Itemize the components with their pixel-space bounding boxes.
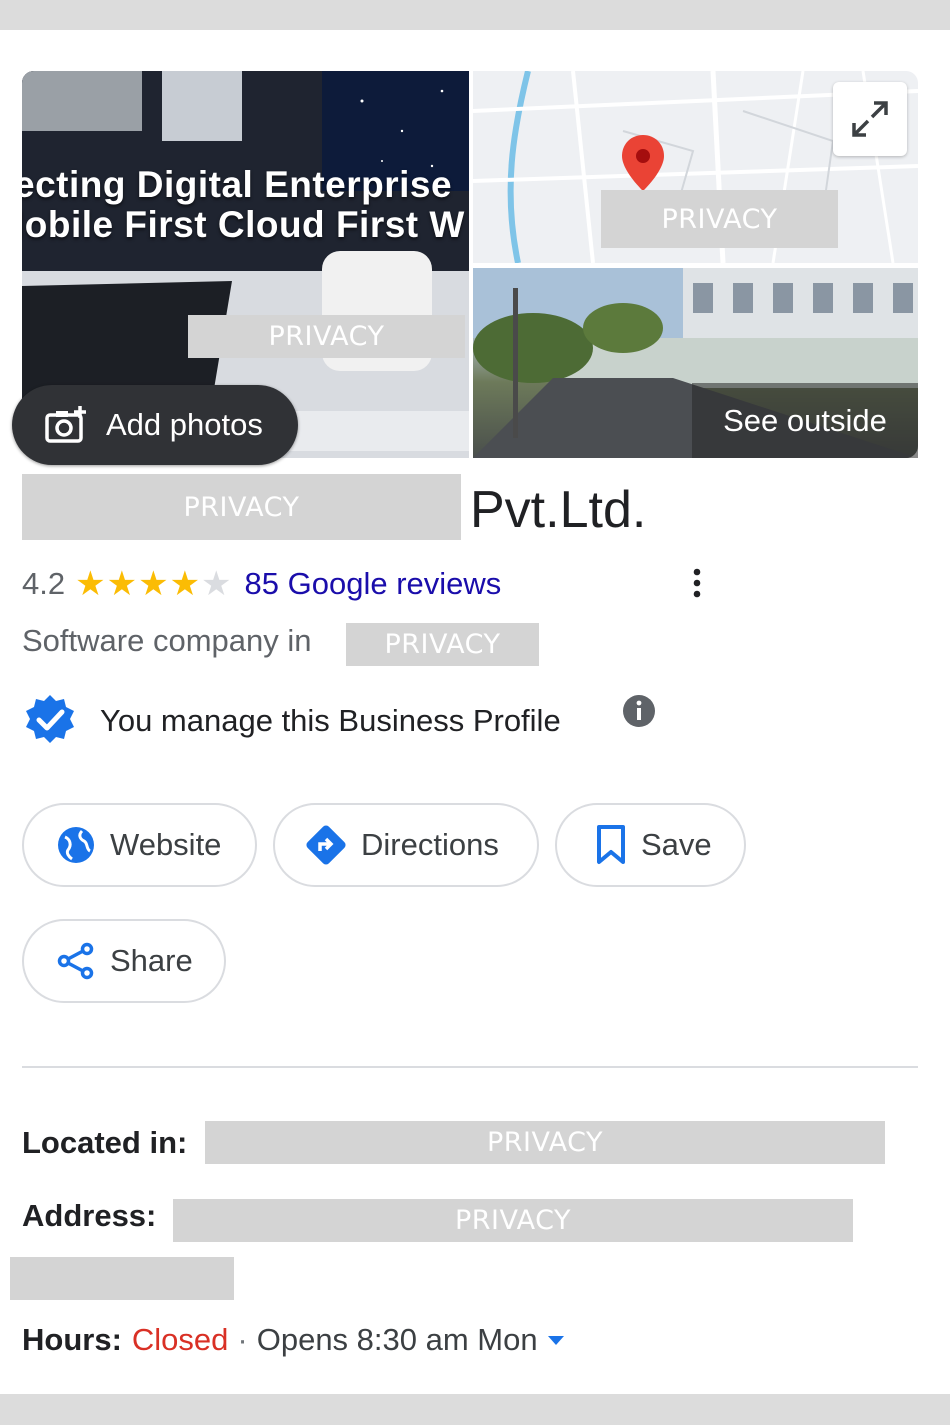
hours-status: Closed	[131, 1322, 229, 1357]
map-pin-icon	[622, 135, 664, 191]
share-icon	[57, 942, 94, 980]
info-icon[interactable]	[622, 694, 656, 728]
located-in-label: Located in:	[22, 1125, 188, 1160]
address-label: Address:	[22, 1198, 157, 1233]
hours-label: Hours:	[22, 1322, 122, 1357]
rating-row: 4.2 ★ ★ ★ ★ ★ 85 Google reviews	[22, 562, 501, 606]
address-redaction-continued	[10, 1257, 234, 1300]
managed-profile-row: You manage this Business Profile	[22, 693, 561, 749]
business-name-redaction: PRIVACY	[22, 474, 461, 540]
star-empty-icon: ★	[201, 565, 232, 603]
located-in-redaction: PRIVACY	[205, 1121, 885, 1164]
location-redaction: PRIVACY	[346, 623, 539, 666]
photo-overlay-line-2: lobile First Cloud First W	[22, 204, 465, 245]
top-edge-bar	[0, 0, 950, 30]
star-rating: ★ ★ ★ ★ ★	[75, 567, 232, 601]
star-full-icon: ★	[169, 565, 201, 603]
hours-row[interactable]: Hours: Closed · Opens 8:30 am Mon	[22, 1322, 566, 1358]
hours-separator: ·	[237, 1322, 248, 1357]
website-label: Website	[110, 827, 222, 862]
share-button[interactable]: Share	[22, 919, 226, 1003]
address-redaction: PRIVACY	[173, 1199, 853, 1242]
save-button[interactable]: Save	[555, 803, 746, 887]
photo-overlay-line-1: ecting Digital Enterprise	[22, 164, 453, 205]
globe-icon	[58, 827, 94, 863]
save-label: Save	[641, 827, 712, 862]
add-photos-label: Add photos	[106, 407, 263, 442]
see-outside-button[interactable]: See outside	[692, 383, 918, 458]
share-label: Share	[110, 943, 193, 978]
more-vert-icon	[693, 568, 701, 598]
section-divider	[22, 1066, 918, 1068]
add-photos-button[interactable]: Add photos	[12, 385, 298, 465]
directions-label: Directions	[361, 827, 499, 862]
business-category: Software company in	[22, 623, 312, 658]
star-full-icon: ★	[106, 565, 138, 603]
hours-next-open: Opens 8:30 am Mon	[256, 1322, 538, 1357]
privacy-redaction: PRIVACY	[188, 315, 465, 358]
camera-add-icon	[45, 406, 86, 443]
bottom-edge-bar	[0, 1394, 950, 1425]
directions-button[interactable]: Directions	[273, 803, 539, 887]
google-reviews-link[interactable]: 85 Google reviews	[245, 566, 502, 602]
caret-down-icon[interactable]	[546, 1333, 566, 1347]
bookmark-icon	[597, 825, 625, 864]
star-full-icon: ★	[138, 565, 169, 603]
directions-icon	[306, 825, 346, 865]
expand-map-button[interactable]	[833, 82, 907, 156]
more-options-button[interactable]	[680, 566, 714, 600]
expand-icon	[852, 101, 888, 137]
business-name-suffix: Pvt.Ltd.	[470, 481, 647, 539]
website-button[interactable]: Website	[22, 803, 257, 887]
verified-badge-icon	[26, 695, 74, 743]
star-full-icon: ★	[75, 565, 106, 603]
managed-profile-text: You manage this Business Profile	[100, 703, 561, 738]
privacy-redaction: PRIVACY	[601, 190, 838, 248]
rating-value: 4.2	[22, 566, 66, 601]
